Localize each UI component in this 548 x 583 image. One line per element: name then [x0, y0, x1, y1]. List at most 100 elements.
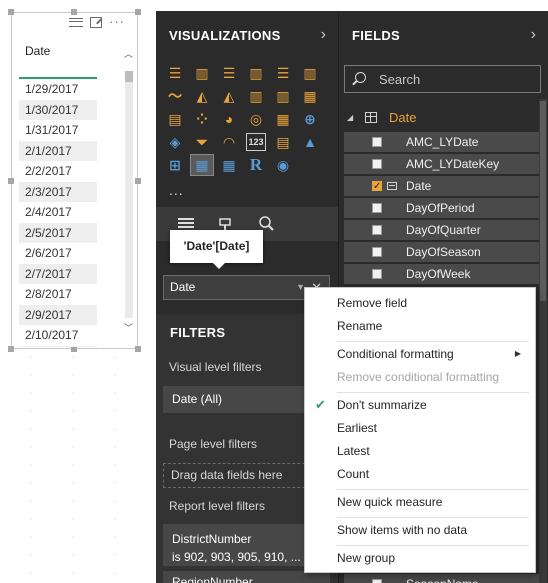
100-stacked-bar-chart-icon[interactable]: ☰ — [272, 63, 294, 83]
field-item-dayofweek[interactable]: DayOfWeek — [344, 264, 540, 284]
resize-handle-left[interactable] — [8, 178, 14, 184]
funnel-chart-icon[interactable]: ⏷ — [191, 132, 213, 152]
treemap-icon[interactable]: ▦ — [272, 109, 294, 129]
gauge-icon[interactable]: ◠ — [218, 132, 240, 152]
resize-handle-tl[interactable] — [8, 9, 14, 15]
scroll-down-icon[interactable]: ﹀ — [123, 323, 134, 333]
field-item-amc-lydatekey[interactable]: AMC_LYDateKey — [344, 154, 540, 174]
resize-handle-right[interactable] — [135, 178, 141, 184]
ribbon-chart-icon[interactable]: ▦ — [299, 86, 321, 106]
multi-row-card-icon[interactable]: ▤ — [272, 132, 294, 152]
table-row[interactable]: 2/10/2017 — [19, 325, 97, 346]
table-row[interactable]: 2/4/2017 — [19, 202, 97, 223]
map-icon[interactable]: ⊕ — [299, 109, 321, 129]
menu-item-count[interactable]: Count — [305, 463, 535, 485]
fields-tab-icon[interactable] — [176, 215, 196, 231]
resize-handle-tr[interactable] — [135, 9, 141, 15]
fields-scrollbar[interactable] — [539, 99, 547, 583]
format-tab-icon[interactable] — [216, 215, 236, 231]
scroll-track[interactable] — [125, 82, 133, 318]
stacked-area-chart-icon[interactable]: ◭ — [218, 86, 240, 106]
field-checkbox[interactable] — [372, 579, 382, 583]
menu-separator — [337, 545, 529, 546]
fields-scroll-thumb[interactable] — [540, 101, 546, 301]
arcgis-map-icon[interactable]: ◉ — [272, 155, 294, 175]
field-checkbox[interactable] — [372, 269, 382, 279]
menu-item-latest[interactable]: Latest — [305, 440, 535, 462]
expand-triangle-icon[interactable]: ◢ — [347, 113, 353, 122]
table-icon — [365, 112, 377, 123]
field-checkbox[interactable] — [372, 203, 382, 213]
line-chart-icon[interactable]: 〜 — [164, 86, 186, 106]
field-checkbox[interactable] — [372, 159, 382, 169]
stacked-column-chart-icon[interactable]: ▥ — [191, 63, 213, 83]
pie-chart-icon[interactable]: ◕ — [218, 109, 240, 129]
area-chart-icon[interactable]: ◭ — [191, 86, 213, 106]
stacked-bar-chart-icon[interactable]: ☰ — [164, 63, 186, 83]
table-row[interactable]: 2/2/2017 — [19, 161, 97, 182]
resize-handle-br[interactable] — [135, 346, 141, 352]
r-visual-icon[interactable]: R — [245, 155, 267, 175]
table-row[interactable]: 1/30/2017 — [19, 99, 97, 120]
clustered-column-chart-icon[interactable]: ▥ — [245, 63, 267, 83]
table-row[interactable]: 1/31/2017 — [19, 120, 97, 141]
menu-item-dont-summarize[interactable]: ✔ Don't summarize — [305, 394, 535, 416]
scatter-chart-icon[interactable]: ⁘ — [191, 109, 213, 129]
field-item-season-name[interactable]: SeasonName — [344, 574, 540, 583]
resize-handle-bl[interactable] — [8, 346, 14, 352]
field-item-amc-lydate[interactable]: AMC_LYDate — [344, 132, 540, 152]
table-row[interactable]: 2/8/2017 — [19, 284, 97, 305]
scroll-thumb[interactable] — [125, 71, 133, 82]
field-label: DayOfWeek — [406, 267, 471, 281]
filled-map-icon[interactable]: ◈ — [164, 132, 186, 152]
scroll-up-icon[interactable]: ︿ — [123, 49, 134, 59]
focus-mode-icon[interactable] — [90, 16, 102, 28]
matrix-icon[interactable]: ▦ — [218, 155, 240, 175]
field-item-date[interactable]: Date — [344, 176, 540, 197]
table-row[interactable]: 2/5/2017 — [19, 222, 97, 243]
menu-item-rename[interactable]: Rename — [305, 315, 535, 337]
analytics-tab-icon[interactable] — [256, 215, 276, 231]
waterfall-chart-icon[interactable]: ▤ — [164, 109, 186, 129]
table-row[interactable]: 2/7/2017 — [19, 263, 97, 284]
donut-chart-icon[interactable]: ◎ — [245, 109, 267, 129]
100-stacked-column-chart-icon[interactable]: ▥ — [299, 63, 321, 83]
menu-item-new-group[interactable]: New group — [305, 547, 535, 569]
menu-item-remove-field[interactable]: Remove field — [305, 292, 535, 314]
table-row[interactable]: 2/11/2017 — [19, 345, 97, 347]
slicer-icon[interactable]: ⊞ — [164, 155, 186, 175]
field-checkbox[interactable] — [372, 177, 382, 197]
field-checkbox[interactable] — [372, 225, 382, 235]
collapse-visualizations-icon[interactable]: › — [321, 26, 326, 44]
fields-search-input[interactable]: Search — [344, 65, 541, 93]
table-icon[interactable]: ▦ — [190, 154, 214, 176]
field-checkbox[interactable] — [372, 247, 382, 257]
field-checkbox[interactable] — [372, 137, 382, 147]
collapse-fields-icon[interactable]: › — [531, 26, 536, 44]
table-row[interactable]: 1/29/2017 — [19, 79, 97, 100]
field-item-dayofperiod[interactable]: DayOfPeriod — [344, 198, 540, 218]
card-icon[interactable]: 123 — [245, 132, 267, 152]
table-column-header[interactable]: Date — [19, 35, 97, 79]
menu-item-show-items-no-data[interactable]: Show items with no data — [305, 519, 535, 541]
table-row[interactable]: 2/6/2017 — [19, 243, 97, 264]
table-row[interactable]: 2/3/2017 — [19, 181, 97, 202]
table-visual[interactable]: ··· Date 1/29/2017 1/30/2017 1/31/2017 2/1/… — [8, 9, 141, 352]
menu-item-new-quick-measure[interactable]: New quick measure — [305, 491, 535, 513]
field-item-dayofseason[interactable]: DayOfSeason — [344, 242, 540, 262]
field-item-dayofquarter[interactable]: DayOfQuarter — [344, 220, 540, 240]
drag-handle-icon[interactable] — [69, 17, 83, 27]
more-visuals-icon[interactable]: ... — [169, 182, 184, 198]
line-and-column-chart-icon[interactable]: ▥ — [245, 86, 267, 106]
kpi-icon[interactable]: ▲ — [299, 132, 321, 152]
table-row[interactable]: 2/1/2017 — [19, 140, 97, 161]
menu-item-earliest[interactable]: Earliest — [305, 417, 535, 439]
report-canvas[interactable]: ··· Date 1/29/2017 1/30/2017 1/31/2017 2/1/… — [0, 0, 156, 583]
clustered-bar-chart-icon[interactable]: ☰ — [218, 63, 240, 83]
more-options-icon[interactable]: ··· — [109, 15, 125, 28]
table-node-date[interactable]: ◢ Date — [347, 109, 537, 129]
table-scrollbar[interactable]: ︿ ﹀ — [123, 49, 134, 333]
line-and-clustered-column-chart-icon[interactable]: ▥ — [272, 86, 294, 106]
menu-item-conditional-formatting[interactable]: Conditional formatting ▶ — [305, 343, 535, 365]
table-row[interactable]: 2/9/2017 — [19, 304, 97, 325]
